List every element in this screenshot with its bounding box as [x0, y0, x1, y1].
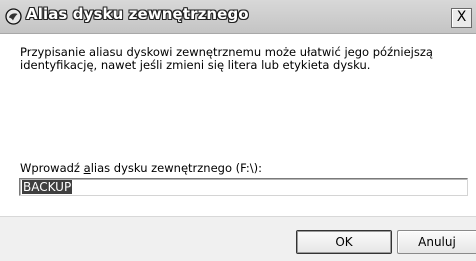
cancel-button[interactable]: Anuluj — [397, 230, 476, 254]
alias-input[interactable]: BACKUP — [19, 178, 468, 196]
ok-button[interactable]: OK — [296, 230, 392, 254]
app-logo-icon — [5, 8, 22, 25]
close-icon: X — [456, 9, 467, 25]
alias-dialog: Alias dysku zewnętrznego X Przypisanie a… — [0, 0, 476, 261]
close-button[interactable]: X — [451, 8, 472, 28]
description-text: Przypisanie aliasu dyskowi zewnętrznemu … — [20, 46, 460, 72]
description-line-2: identyfikację, nawet jeśli zmieni się li… — [20, 58, 371, 72]
button-bar: OK Anuluj — [0, 216, 476, 261]
alias-label-accelerator: a — [83, 161, 91, 175]
alias-field-label: Wprowadź alias dysku zewnętrznego (F:\): — [20, 161, 262, 175]
alias-input-value: BACKUP — [22, 180, 73, 194]
alias-label-suffix: lias dysku zewnętrznego (F:\): — [90, 161, 262, 175]
alias-label-prefix: Wprowadź — [20, 161, 84, 175]
window-title: Alias dysku zewnętrznego — [26, 5, 249, 23]
title-bar[interactable]: Alias dysku zewnętrznego X — [0, 0, 476, 34]
